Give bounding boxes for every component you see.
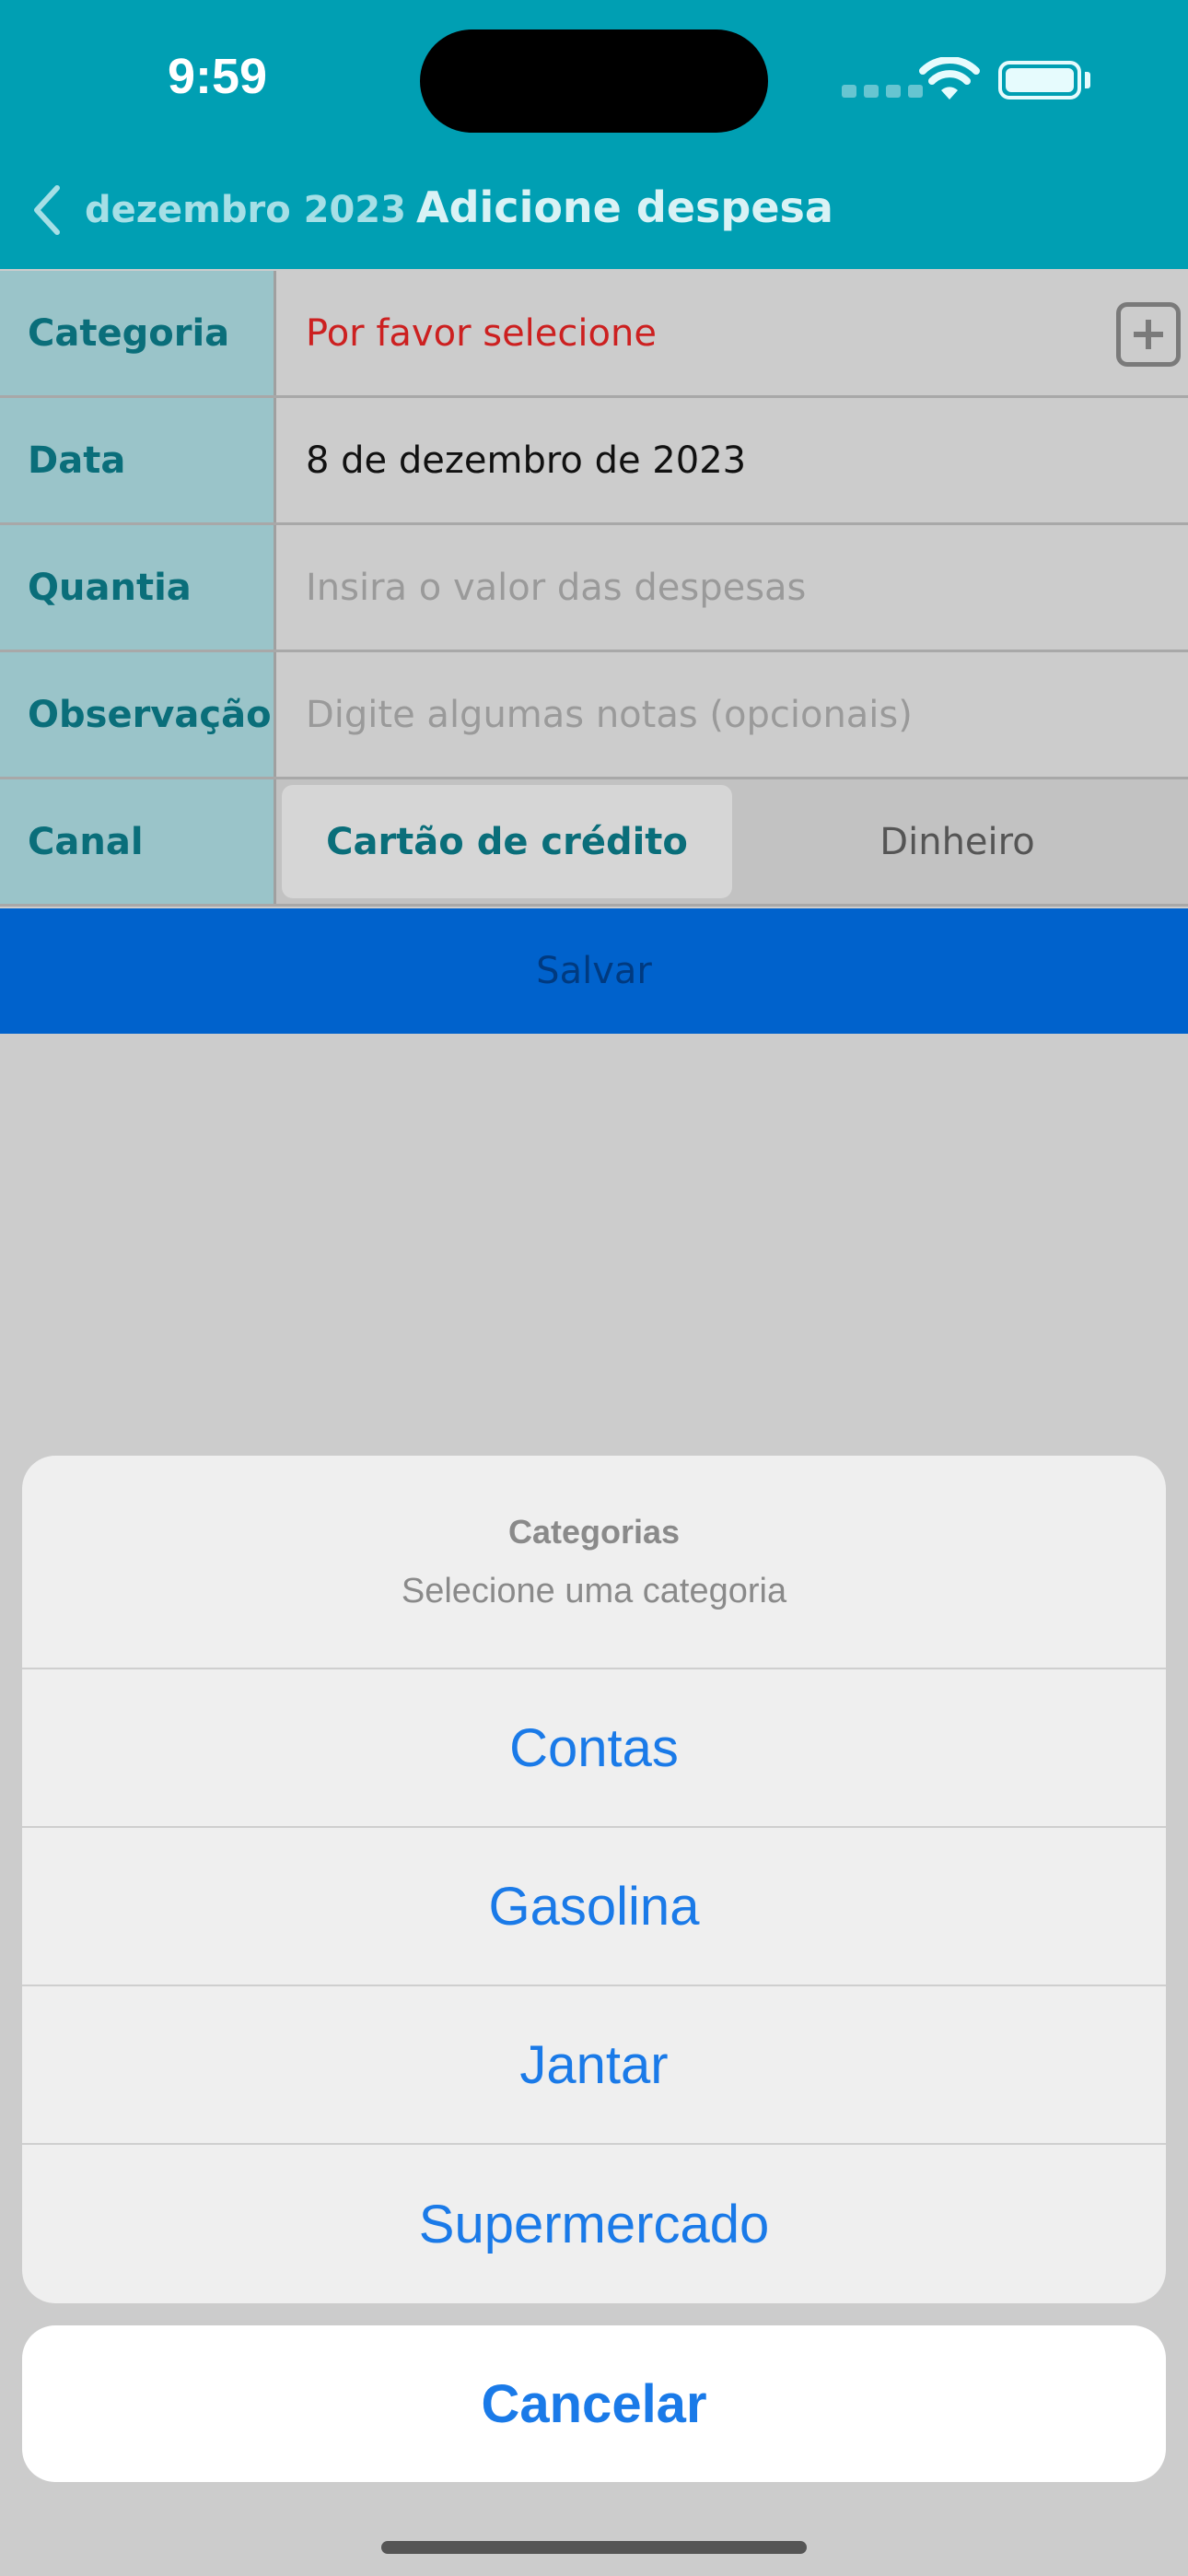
category-label: Categoria	[0, 271, 276, 395]
action-item-supermercado[interactable]: Supermercado	[22, 2145, 1166, 2303]
amount-label: Quantia	[0, 525, 276, 650]
navigation-header: 9:59 dezembro 2023 Adicione despesa	[0, 0, 1188, 269]
date-row[interactable]: Data 8 de dezembro de 2023	[0, 398, 1188, 525]
back-button[interactable]: dezembro 2023	[31, 184, 406, 236]
action-sheet-header: Categorias Selecione uma categoria	[22, 1456, 1166, 1669]
battery-icon	[998, 61, 1081, 100]
note-label: Observação	[0, 652, 276, 777]
action-sheet-title: Categorias	[507, 1512, 681, 1551]
note-row[interactable]: Observação Digite algumas notas (opciona…	[0, 652, 1188, 779]
note-input[interactable]: Digite algumas notas (opcionais)	[276, 652, 1188, 777]
segment-cash[interactable]: Dinheiro	[732, 785, 1182, 898]
page-title: Adicione despesa	[416, 182, 833, 232]
channel-segmented-control[interactable]: Cartão de crédito Dinheiro	[276, 779, 1188, 904]
action-item-contas[interactable]: Contas	[22, 1669, 1166, 1828]
segment-credit-card[interactable]: Cartão de crédito	[282, 785, 732, 898]
expense-form: Categoria Por favor selecione Data 8 de …	[0, 271, 1188, 907]
category-action-sheet: Categorias Selecione uma categoria Conta…	[22, 1456, 1166, 2303]
channel-row: Canal Cartão de crédito Dinheiro	[0, 779, 1188, 907]
battery-tip	[1085, 72, 1090, 88]
dynamic-island	[420, 29, 768, 133]
date-value[interactable]: 8 de dezembro de 2023	[276, 398, 1188, 522]
wifi-icon	[919, 57, 980, 100]
action-item-gasolina[interactable]: Gasolina	[22, 1828, 1166, 1986]
cancel-button[interactable]: Cancelar	[22, 2325, 1166, 2482]
action-item-jantar[interactable]: Jantar	[22, 1986, 1166, 2145]
chevron-left-icon	[34, 185, 60, 235]
category-value[interactable]: Por favor selecione	[276, 271, 1188, 395]
channel-label: Canal	[0, 779, 276, 904]
amount-row[interactable]: Quantia Insira o valor das despesas	[0, 525, 1188, 652]
category-row[interactable]: Categoria Por favor selecione	[0, 271, 1188, 398]
back-label: dezembro 2023	[85, 189, 406, 231]
home-indicator[interactable]	[381, 2541, 807, 2554]
date-label: Data	[0, 398, 276, 522]
status-time: 9:59	[168, 49, 268, 104]
action-sheet-subtitle: Selecione uma categoria	[401, 1571, 787, 1610]
cellular-signal-icon	[842, 85, 923, 98]
amount-input[interactable]: Insira o valor das despesas	[276, 525, 1188, 650]
add-category-icon[interactable]	[1116, 302, 1181, 367]
save-button[interactable]: Salvar	[0, 908, 1188, 1034]
